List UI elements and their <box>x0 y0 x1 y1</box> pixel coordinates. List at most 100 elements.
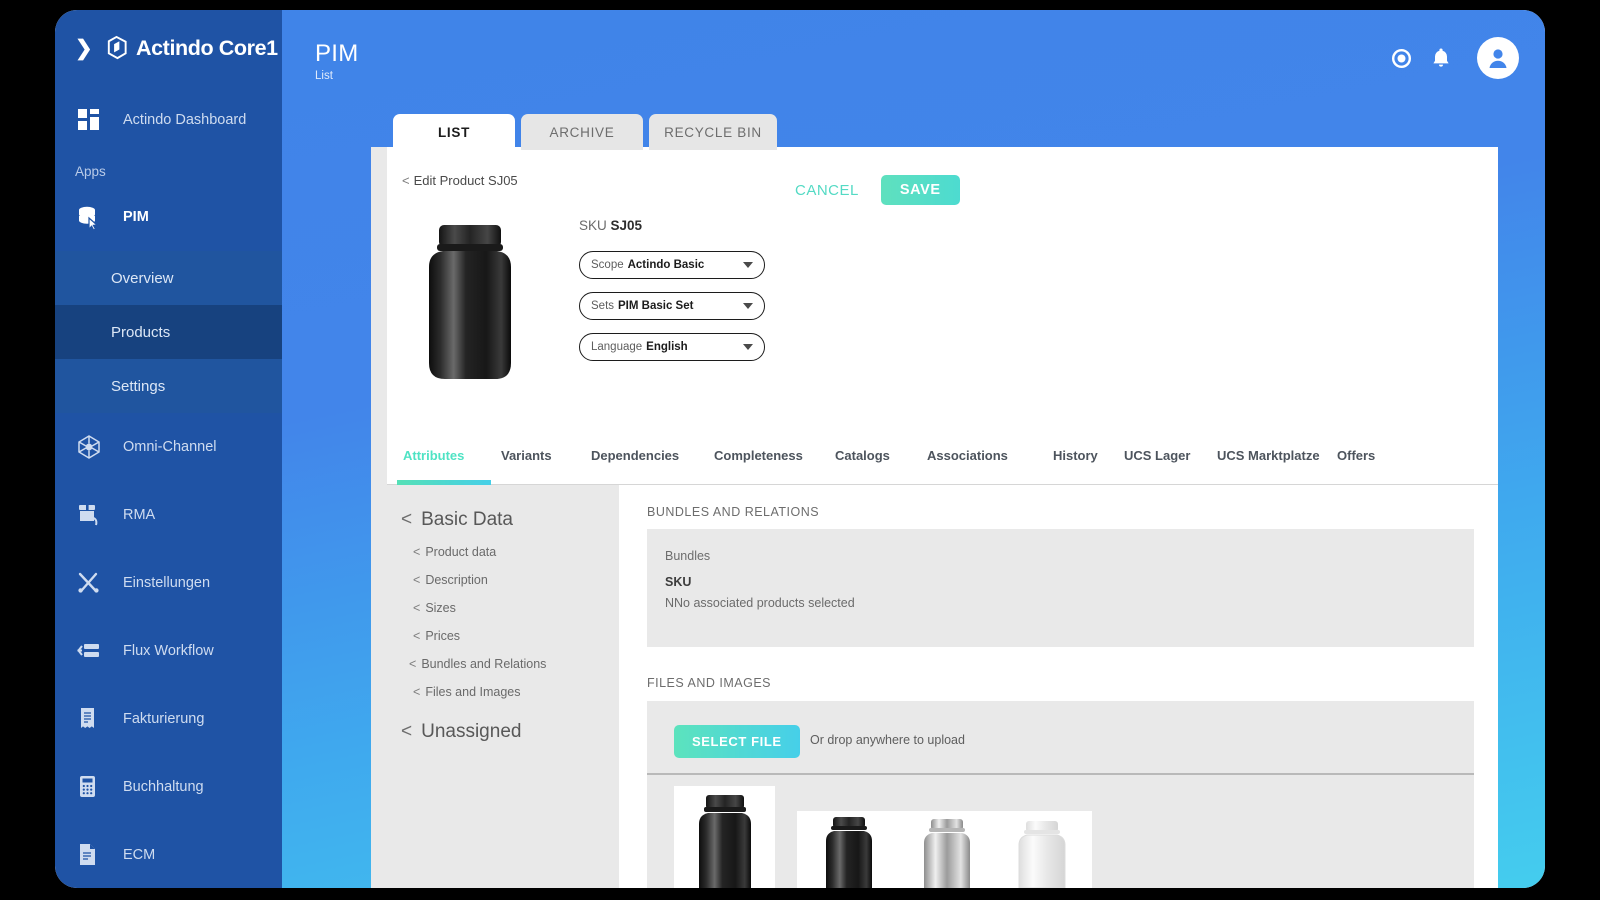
sidebar-item-overview[interactable]: Overview <box>55 251 282 305</box>
sub-nav-group-label: Unassigned <box>421 721 522 742</box>
page-title: PIM <box>315 40 359 67</box>
sidebar-item-omni-channel[interactable]: Omni-Channel <box>55 413 282 481</box>
sub-navigation: < Basic Data < Product data < Description <… <box>387 485 619 888</box>
drop-hint-text: Or drop anywhere to upload <box>810 733 965 747</box>
sub-nav-group-basic-data[interactable]: < Basic Data <box>387 509 619 531</box>
sidebar-item-pim[interactable]: PIM <box>55 183 282 251</box>
bullet-chevron-icon: < <box>413 545 421 559</box>
sub-nav-item-label: Description <box>425 573 488 587</box>
sidebar-item-products[interactable]: Products <box>55 305 282 359</box>
files-section-title: FILES AND IMAGES <box>647 676 772 690</box>
sidebar-subitem-label: Overview <box>111 269 174 287</box>
breadcrumb[interactable]: < Edit Product SJ05 <box>402 173 518 188</box>
sets-value: PIM Basic Set <box>618 300 694 312</box>
tab-archive[interactable]: ARCHIVE <box>521 114 643 150</box>
sidebar-item-flux-workflow[interactable]: Flux Workflow <box>55 617 282 685</box>
tab-variants[interactable]: Variants <box>501 448 552 463</box>
workflow-icon <box>75 637 103 665</box>
bundles-section-title: BUNDLES AND RELATIONS <box>647 505 820 519</box>
files-panel[interactable]: SELECT FILE Or drop anywhere to upload <box>647 701 1474 888</box>
tab-ucs-lager[interactable]: UCS Lager <box>1124 448 1190 463</box>
sub-nav-item-label: Product data <box>425 545 497 559</box>
sidebar-item-label: Buchhaltung <box>123 779 204 795</box>
cancel-button[interactable]: CANCEL <box>787 178 867 203</box>
return-box-icon <box>75 501 103 529</box>
bullet-chevron-icon: < <box>409 657 417 671</box>
brand-logo[interactable]: Actindo Core1 <box>104 35 278 61</box>
scope-label: Scope <box>591 259 624 271</box>
sub-nav-item-product-data[interactable]: < Product data <box>387 545 619 559</box>
bullet-chevron-icon: < <box>413 685 421 699</box>
bundles-panel: Bundles SKU NNo associated products sele… <box>647 529 1474 647</box>
select-file-button[interactable]: SELECT FILE <box>674 725 800 758</box>
database-cursor-icon <box>75 203 103 231</box>
black-jar-thumbnail[interactable] <box>674 786 775 888</box>
sets-select[interactable]: Sets PIM Basic Set <box>579 292 765 320</box>
sidebar-item-settings[interactable]: Settings <box>55 359 282 413</box>
back-chevron-icon: < <box>402 173 410 188</box>
sidebar-item-label: Actindo Dashboard <box>123 112 247 128</box>
language-label: Language <box>591 341 643 353</box>
chevron-down-icon <box>743 344 753 350</box>
tab-completeness[interactable]: Completeness <box>714 448 803 463</box>
bundles-empty-message: NNo associated products selected <box>665 596 855 610</box>
sidebar-item-label: Einstellungen <box>123 575 211 591</box>
actindo-cube-icon <box>107 35 127 60</box>
sub-nav-item-bundles-and-relations[interactable]: < Bundles and Relations <box>387 657 619 671</box>
sidebar-item-ecm[interactable]: ECM <box>55 821 282 888</box>
tab-attributes[interactable]: Attributes <box>403 448 464 463</box>
topbar: PIM List <box>282 10 1545 108</box>
sub-nav-group-label: Basic Data <box>421 509 513 530</box>
top-tabs: LIST ARCHIVE RECYCLE BIN <box>393 114 777 150</box>
three-jars-thumbnail[interactable] <box>797 811 1092 888</box>
sidebar-item-buchhaltung[interactable]: Buchhaltung <box>55 753 282 821</box>
sub-nav-group-unassigned[interactable]: < Unassigned <box>387 721 619 743</box>
sub-nav-item-sizes[interactable]: < Sizes <box>387 601 619 615</box>
bell-icon[interactable] <box>1429 46 1453 70</box>
avatar[interactable] <box>1477 37 1519 79</box>
sub-nav-item-prices[interactable]: < Prices <box>387 629 619 643</box>
page-left-strip <box>371 147 387 888</box>
tab-ucs-marktplatze[interactable]: UCS Marktplatze <box>1217 448 1320 463</box>
tab-catalogs[interactable]: Catalogs <box>835 448 890 463</box>
sidebar-item-fakturierung[interactable]: Fakturierung <box>55 685 282 753</box>
user-avatar-icon <box>1489 49 1507 68</box>
sidebar-item-rma[interactable]: RMA <box>55 481 282 549</box>
sidebar-item-label: RMA <box>123 507 156 523</box>
record-circle-icon[interactable] <box>1389 46 1413 70</box>
tab-list[interactable]: LIST <box>393 114 515 150</box>
sub-nav-item-label: Prices <box>425 629 461 643</box>
save-button[interactable]: SAVE <box>880 175 960 205</box>
page-subtitle: List <box>315 70 333 82</box>
sidebar-item-label: Omni-Channel <box>123 439 217 455</box>
divider <box>647 773 1474 775</box>
breadcrumb-label: Edit Product SJ05 <box>413 173 518 188</box>
scope-select[interactable]: Scope Actindo Basic <box>579 251 765 279</box>
bullet-chevron-icon: < <box>413 629 421 643</box>
sidebar-item-dashboard[interactable]: Actindo Dashboard <box>55 86 282 154</box>
sidebar-item-label: PIM <box>123 209 149 225</box>
tab-history[interactable]: History <box>1053 448 1098 463</box>
topbar-icons <box>1389 37 1519 79</box>
tab-recycle-bin[interactable]: RECYCLE BIN <box>649 114 777 150</box>
app-window: ❯ Actindo Core1 Actindo Dashboard Apps P… <box>55 10 1545 888</box>
brand-name: Actindo Core1 <box>136 35 278 60</box>
tab-dependencies[interactable]: Dependencies <box>591 448 679 463</box>
attribute-tabs: Attributes Variants Dependencies Complet… <box>387 437 1498 485</box>
chevron-right-icon[interactable]: ❯ <box>75 38 101 59</box>
sku-line: SKU SJ05 <box>579 218 642 233</box>
scope-value: Actindo Basic <box>627 259 705 271</box>
sidebar: ❯ Actindo Core1 Actindo Dashboard Apps P… <box>55 10 282 888</box>
language-value: English <box>646 341 688 353</box>
sets-label: Sets <box>591 300 615 312</box>
invoice-icon <box>75 705 103 733</box>
sidebar-item-label: Flux Workflow <box>123 643 214 659</box>
tab-associations[interactable]: Associations <box>927 448 1008 463</box>
document-icon <box>75 841 103 869</box>
sub-nav-item-description[interactable]: < Description <box>387 573 619 587</box>
collapse-chevron-icon: < <box>401 721 413 742</box>
tab-offers[interactable]: Offers <box>1337 448 1375 463</box>
language-select[interactable]: Language English <box>579 333 765 361</box>
sub-nav-item-files-and-images[interactable]: < Files and Images <box>387 685 619 699</box>
sidebar-item-einstellungen[interactable]: Einstellungen <box>55 549 282 617</box>
